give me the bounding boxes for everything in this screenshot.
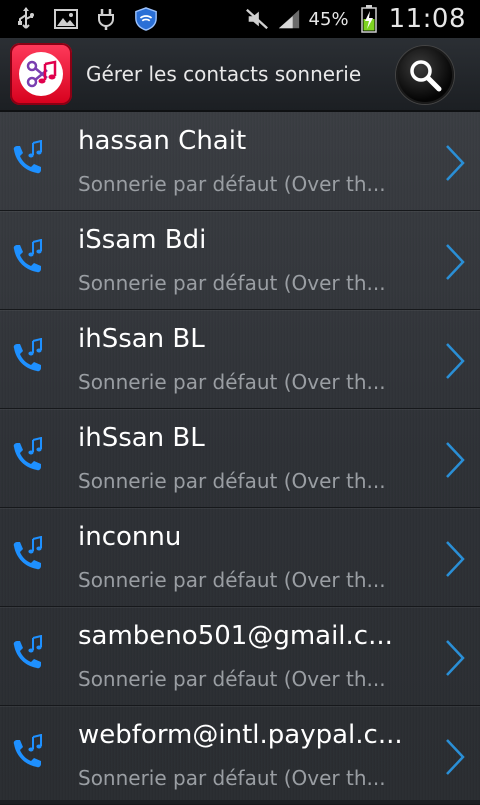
image-icon bbox=[54, 7, 78, 31]
chevron-right-icon bbox=[446, 541, 465, 577]
contact-row[interactable]: hassan Chait Sonnerie par défaut (Over t… bbox=[0, 112, 480, 211]
shield-icon bbox=[134, 7, 158, 31]
contact-name: ihSsan BL bbox=[78, 423, 205, 453]
contact-ringtone: Sonnerie par défaut (Over th... bbox=[78, 370, 386, 394]
contact-ringtone: Sonnerie par défaut (Over th... bbox=[78, 469, 386, 493]
contact-name: inconnu bbox=[78, 522, 182, 552]
contact-name: hassan Chait bbox=[78, 126, 247, 156]
plug-icon bbox=[94, 7, 118, 31]
contact-row[interactable]: ihSsan BL Sonnerie par défaut (Over th..… bbox=[0, 310, 480, 409]
chevron-right-icon bbox=[446, 343, 465, 379]
contact-row[interactable]: sambeno501@gmail.c... Sonnerie par défau… bbox=[0, 607, 480, 706]
contact-row[interactable]: webform@intl.paypal.c... Sonnerie par dé… bbox=[0, 706, 480, 805]
app-logo bbox=[19, 52, 63, 96]
phone-ringtone-icon bbox=[8, 535, 48, 576]
status-bar: 45% 11:08 bbox=[0, 0, 480, 38]
phone-ringtone-icon bbox=[8, 337, 48, 378]
battery-icon bbox=[357, 5, 381, 33]
contact-ringtone: Sonnerie par défaut (Over th... bbox=[78, 172, 386, 196]
contact-name: iSsam Bdi bbox=[78, 225, 207, 255]
contact-name: webform@intl.paypal.c... bbox=[78, 720, 403, 750]
usb-icon bbox=[14, 7, 38, 31]
contact-ringtone: Sonnerie par défaut (Over th... bbox=[78, 271, 386, 295]
search-button[interactable] bbox=[396, 46, 454, 104]
phone-ringtone-icon bbox=[8, 139, 48, 180]
chevron-right-icon bbox=[446, 640, 465, 676]
chevron-right-icon bbox=[446, 145, 465, 181]
contact-ringtone: Sonnerie par défaut (Over th... bbox=[78, 766, 386, 790]
signal-icon bbox=[277, 7, 301, 31]
chevron-right-icon bbox=[446, 442, 465, 478]
phone-ringtone-icon bbox=[8, 436, 48, 477]
contact-ringtone: Sonnerie par défaut (Over th... bbox=[78, 568, 386, 592]
phone-ringtone-icon bbox=[8, 238, 48, 279]
battery-percent: 45% bbox=[308, 8, 349, 30]
contact-row[interactable]: inconnu Sonnerie par défaut (Over th... bbox=[0, 508, 480, 607]
contact-ringtone: Sonnerie par défaut (Over th... bbox=[78, 667, 386, 691]
clock: 11:08 bbox=[388, 4, 466, 34]
chevron-right-icon bbox=[446, 244, 465, 280]
contact-name: ihSsan BL bbox=[78, 324, 205, 354]
action-bar: Gérer les contacts sonnerie bbox=[0, 38, 480, 112]
contact-list: hassan Chait Sonnerie par défaut (Over t… bbox=[0, 112, 480, 805]
page-title: Gérer les contacts sonnerie bbox=[86, 62, 362, 86]
contact-row[interactable]: iSsam Bdi Sonnerie par défaut (Over th..… bbox=[0, 211, 480, 310]
phone-ringtone-icon bbox=[8, 733, 48, 774]
contact-name: sambeno501@gmail.c... bbox=[78, 621, 393, 651]
ringtone-scissors-icon[interactable] bbox=[10, 43, 72, 105]
chevron-right-icon bbox=[446, 739, 465, 775]
mute-icon bbox=[245, 7, 269, 31]
contact-row[interactable]: ihSsan BL Sonnerie par défaut (Over th..… bbox=[0, 409, 480, 508]
search-icon bbox=[410, 60, 442, 92]
phone-ringtone-icon bbox=[8, 634, 48, 675]
